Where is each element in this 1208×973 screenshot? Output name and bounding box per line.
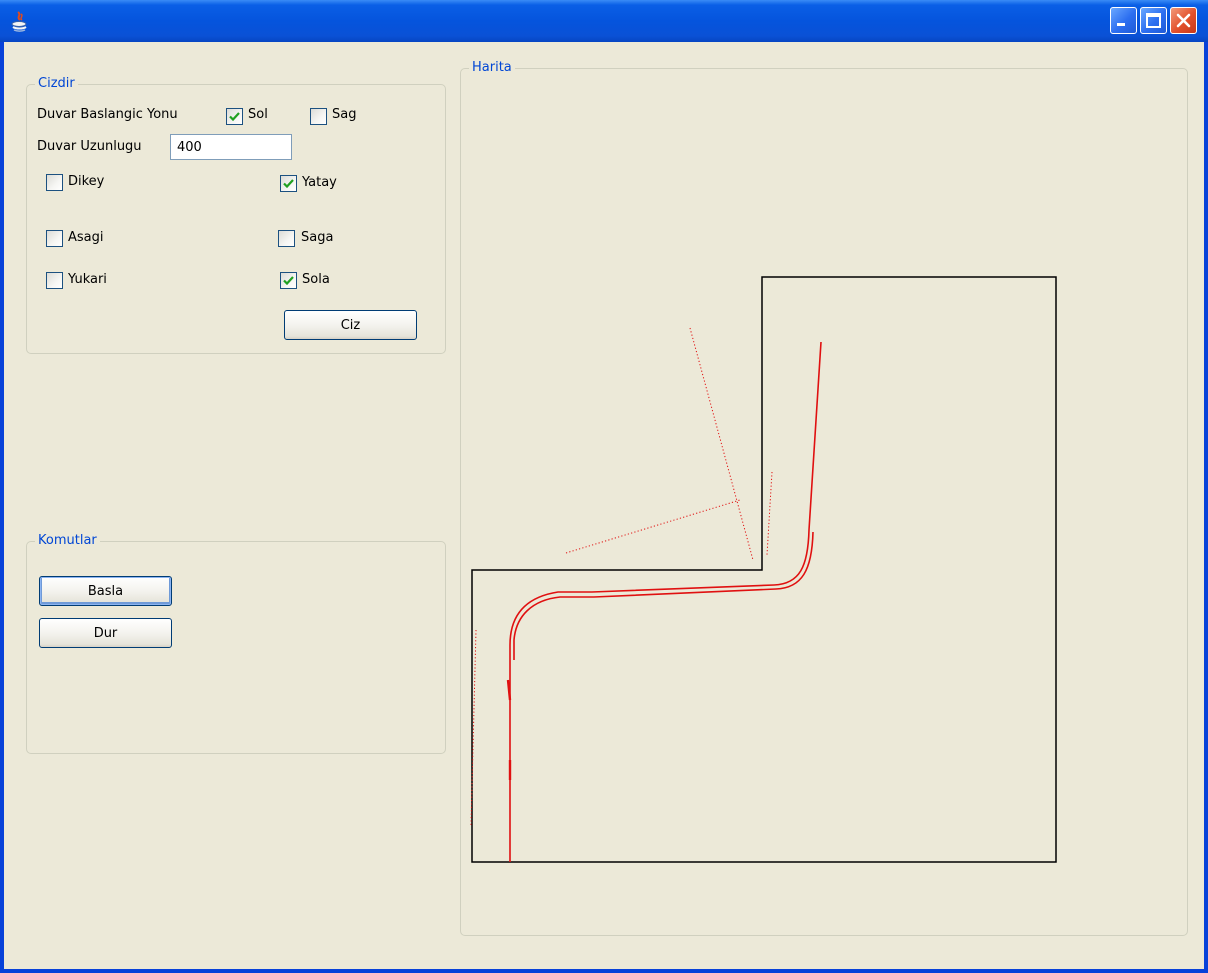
map-canvas bbox=[470, 276, 1057, 863]
sensor-scan-points bbox=[470, 327, 773, 826]
robot-path bbox=[506, 341, 822, 862]
map-walls bbox=[471, 276, 1057, 863]
main-window: Cizdir Duvar Baslangic Yonu Sol Sag Duva… bbox=[0, 0, 1208, 973]
